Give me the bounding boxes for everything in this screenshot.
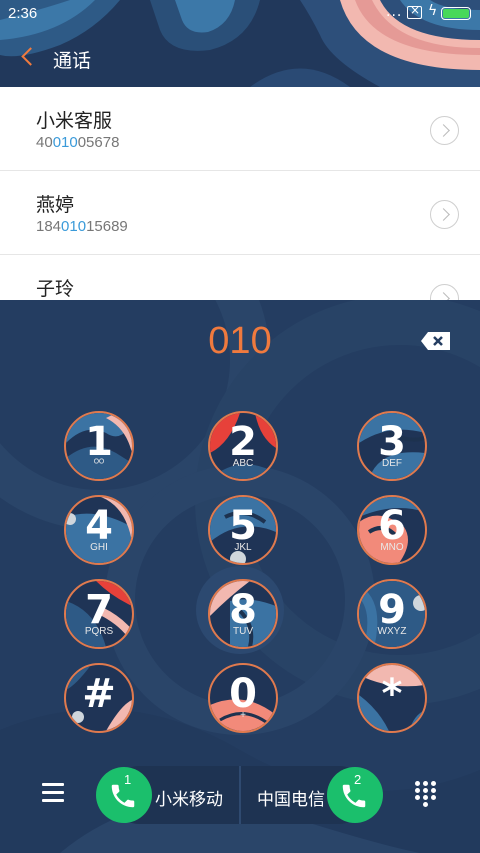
key-2[interactable]: 2 ABC (208, 411, 278, 481)
sim-off-icon (407, 3, 422, 19)
key-6[interactable]: 6 MNO (357, 495, 427, 565)
sim-divider (239, 766, 241, 824)
dialer-panel: 010 1 ᴼᴼ 2 ABC 3 DEF 4 GHI 5 JKL 6 MNO 7… (0, 300, 480, 853)
sim2-number: 2 (354, 772, 362, 787)
sim2-carrier-label[interactable]: 中国电信 (257, 785, 325, 810)
sim1-carrier-label[interactable]: 小米移动 (155, 785, 223, 810)
call-sim2-button[interactable]: 2 (327, 767, 383, 823)
contact-name: 子玲 (36, 278, 75, 300)
dialed-number-display: 010 (208, 320, 272, 362)
key-1[interactable]: 1 ᴼᴼ (64, 411, 134, 481)
contact-row[interactable]: 小米客服 4001005678 (0, 87, 480, 171)
key-digit: # (82, 671, 116, 717)
status-time: 2:36 (8, 5, 38, 22)
contact-detail-button[interactable] (430, 284, 459, 300)
key-letters: GHI (90, 542, 108, 553)
sim1-number: 1 (124, 772, 132, 787)
contact-number: 18401015689 (36, 218, 128, 235)
key-letters: MNO (380, 542, 404, 553)
key-hash[interactable]: # (64, 663, 134, 733)
key-letters: JKL (234, 542, 252, 553)
contact-match-list: 小米客服 4001005678 燕婷 18401015689 子玲 (0, 87, 480, 300)
contact-detail-button[interactable] (430, 116, 459, 145)
key-9[interactable]: 9 WXYZ (357, 579, 427, 649)
contact-name: 小米客服 (36, 110, 113, 132)
key-letters: + (240, 710, 246, 721)
contact-row[interactable]: 子玲 (0, 255, 480, 300)
key-0[interactable]: 0 + (208, 663, 278, 733)
status-bar: 2:36 ... ϟ (0, 0, 480, 28)
key-5[interactable]: 5 JKL (208, 495, 278, 565)
keypad-icon[interactable] (415, 781, 439, 809)
call-sim1-button[interactable]: 1 (96, 767, 152, 823)
key-letters: PQRS (84, 626, 114, 637)
page-title: 通话 (53, 50, 92, 72)
more-dots-icon: ... (386, 4, 403, 20)
menu-icon[interactable] (42, 783, 64, 803)
key-7[interactable]: 7 PQRS (64, 579, 134, 649)
voicemail-icon: ᴼᴼ (93, 458, 105, 469)
key-letters: ABC (232, 458, 254, 469)
key-letters: DEF (382, 458, 402, 469)
key-digit: * (381, 671, 403, 717)
back-chevron-icon[interactable] (18, 44, 38, 68)
backspace-icon[interactable] (420, 331, 451, 351)
contact-number: 4001005678 (36, 134, 120, 151)
contact-detail-button[interactable] (430, 200, 459, 229)
key-3[interactable]: 3 DEF (357, 411, 427, 481)
app-header: 2:36 ... ϟ 通话 (0, 0, 480, 87)
key-letters: WXYZ (377, 626, 407, 637)
key-8[interactable]: 8 TUV (208, 579, 278, 649)
key-4[interactable]: 4 GHI (64, 495, 134, 565)
key-letters: TUV (233, 626, 253, 637)
contact-row[interactable]: 燕婷 18401015689 (0, 171, 480, 255)
phone-icon (111, 784, 135, 808)
key-star[interactable]: * (357, 663, 427, 733)
charging-icon: ϟ (428, 3, 438, 19)
contact-name: 燕婷 (36, 194, 75, 216)
battery-icon (441, 7, 471, 20)
